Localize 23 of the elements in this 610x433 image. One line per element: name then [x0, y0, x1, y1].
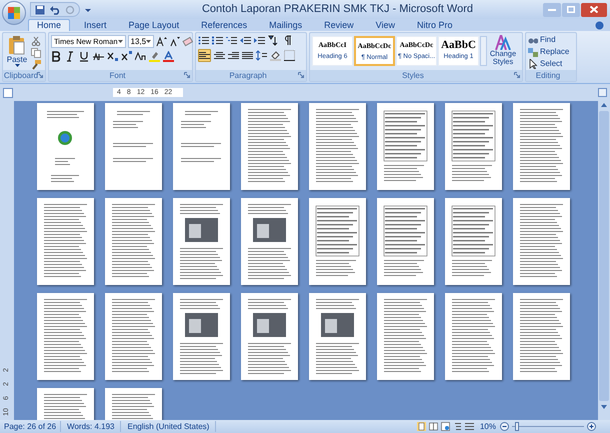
- paste-button[interactable]: Paste: [5, 35, 29, 70]
- ribbon-tab[interactable]: Page Layout: [120, 19, 188, 31]
- group-label: Paragraph: [229, 70, 267, 80]
- font-size-field[interactable]: 13,5: [128, 35, 154, 48]
- select-button[interactable]: Select: [528, 59, 570, 69]
- ribbon-tab[interactable]: Mailings: [261, 19, 310, 31]
- group-label: Editing: [536, 70, 560, 80]
- replace-button[interactable]: Replace: [528, 47, 570, 57]
- ribbon-tab[interactable]: Insert: [76, 19, 115, 31]
- group-label: Clipboard: [4, 70, 38, 80]
- find-button[interactable]: Find: [528, 35, 570, 45]
- ribbon-tab[interactable]: Nitro Pro: [409, 19, 461, 31]
- group-label: Styles: [402, 70, 424, 80]
- ribbon-tab[interactable]: Home: [28, 19, 70, 31]
- window-title: Contoh Laporan PRAKERIN SMK TKJ - Microsoft Word: [200, 2, 474, 18]
- zoom-level[interactable]: 10%: [480, 421, 496, 432]
- group-label: Font: [109, 70, 126, 80]
- ribbon-tab[interactable]: Review: [316, 19, 362, 31]
- word-count[interactable]: Words: 4.193: [61, 421, 122, 432]
- ribbon-tab[interactable]: View: [368, 19, 403, 31]
- ribbon-tab[interactable]: References: [193, 19, 256, 31]
- page-count[interactable]: Page: 26 of 26: [0, 421, 62, 432]
- language[interactable]: English (United States): [121, 421, 216, 432]
